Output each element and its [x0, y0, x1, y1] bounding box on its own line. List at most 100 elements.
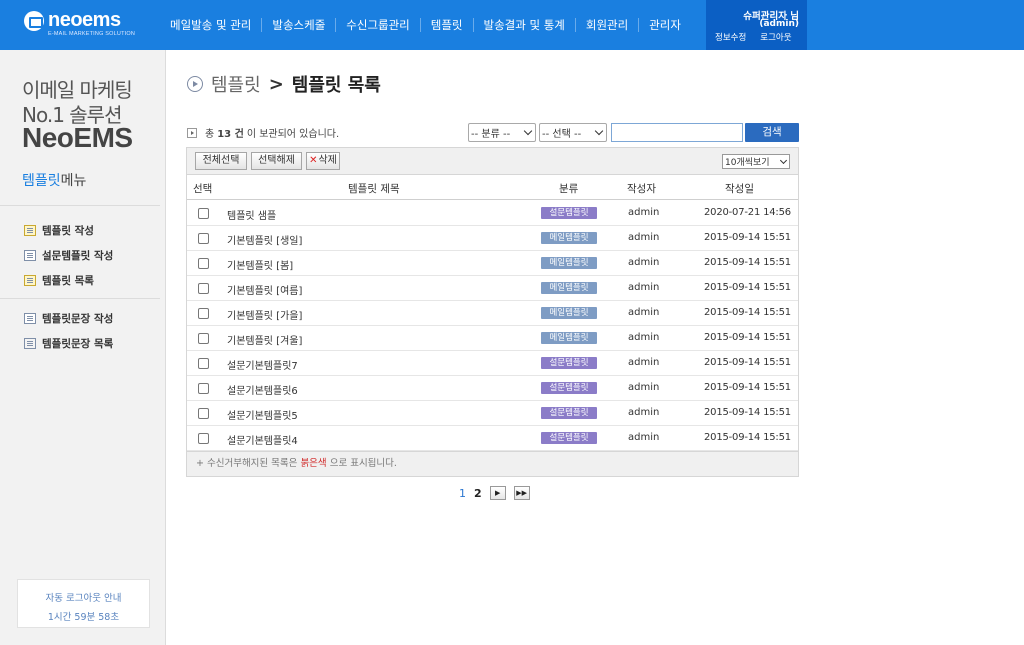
- field-select[interactable]: -- 선택 --: [539, 123, 607, 142]
- nav-schedule[interactable]: 발송스케줄: [261, 18, 335, 32]
- nav-admin[interactable]: 관리자: [638, 18, 691, 32]
- row-title[interactable]: 기본템플릿 [겨울]: [227, 332, 302, 347]
- user-box: 슈퍼관리자 님 (admin) 정보수정 로그아웃: [706, 0, 807, 50]
- last-page-button[interactable]: ▶▶: [513, 486, 530, 500]
- row-date: 2015-09-14 15:51: [704, 332, 791, 343]
- nav-mail-send[interactable]: 메일발송 및 관리: [160, 18, 261, 32]
- table-row[interactable]: 기본템플릿 [여름] 메일템플릿 admin 2015-09-14 15:51: [187, 276, 798, 301]
- nav-recipient-group[interactable]: 수신그룹관리: [335, 18, 419, 32]
- sidebar-item-label: 템플릿 작성: [42, 224, 94, 237]
- row-title[interactable]: 설문기본템플릿7: [227, 357, 298, 372]
- sidebar-item-template-sentence-create[interactable]: 템플릿문장 작성: [24, 311, 113, 325]
- row-title[interactable]: 설문기본템플릿4: [227, 432, 298, 447]
- auto-logout-notice: 자동 로그아웃 안내: [45, 593, 122, 604]
- row-author: admin: [628, 382, 660, 393]
- sidebar-item-template-create[interactable]: 템플릿 작성: [24, 223, 94, 237]
- breadcrumb-separator: >: [268, 73, 284, 95]
- logout-link[interactable]: 로그아웃: [760, 33, 791, 43]
- play-circle-icon: [187, 76, 203, 92]
- row-title[interactable]: 기본템플릿 [봄]: [227, 257, 293, 272]
- table-row[interactable]: 설문기본템플릿7 설문템플릿 admin 2015-09-14 15:51: [187, 351, 798, 376]
- document-write-icon: [24, 312, 36, 324]
- note-red: 붉은색: [300, 458, 327, 469]
- nav-results-stats[interactable]: 발송결과 및 통계: [472, 18, 575, 32]
- delete-x-icon: ✕: [309, 155, 318, 166]
- table-row[interactable]: 기본템플릿 [생일] 메일템플릿 admin 2015-09-14 15:51: [187, 226, 798, 251]
- row-title[interactable]: 설문기본템플릿5: [227, 407, 298, 422]
- row-checkbox[interactable]: [198, 333, 209, 344]
- table-row[interactable]: 설문기본템플릿6 설문템플릿 admin 2015-09-14 15:51: [187, 376, 798, 401]
- category-badge: 메일템플릿: [541, 282, 597, 294]
- document-edit-icon: [24, 224, 36, 236]
- main-nav: 메일발송 및 관리 발송스케줄 수신그룹관리 템플릿 발송결과 및 통계 회원관…: [160, 0, 691, 50]
- per-page-select[interactable]: 10개씩보기: [722, 154, 790, 169]
- select-all-button[interactable]: 전체선택: [195, 152, 247, 170]
- row-checkbox[interactable]: [198, 283, 209, 294]
- row-checkbox[interactable]: [198, 408, 209, 419]
- category-select[interactable]: -- 분류 --: [468, 123, 536, 142]
- table-row[interactable]: 설문기본템플릿5 설문템플릿 admin 2015-09-14 15:51: [187, 401, 798, 426]
- row-date: 2015-09-14 15:51: [704, 282, 791, 293]
- envelope-logo-icon: [24, 11, 44, 31]
- count-prefix: 총: [205, 129, 215, 140]
- search-button[interactable]: 검색: [745, 123, 799, 142]
- category-badge: 메일템플릿: [541, 232, 597, 244]
- search-input[interactable]: [611, 123, 743, 142]
- top-header: neoems E-MAIL MARKETING SOLUTION 메일발송 및 …: [0, 0, 1024, 50]
- row-checkbox[interactable]: [198, 233, 209, 244]
- row-checkbox[interactable]: [198, 208, 209, 219]
- sidebar-item-survey-template-create[interactable]: 설문템플릿 작성: [24, 248, 113, 262]
- user-links: 정보수정 로그아웃: [715, 31, 792, 43]
- sidebar-item-template-sentence-list[interactable]: 템플릿문장 목록: [24, 336, 113, 350]
- next-page-button[interactable]: ▶: [489, 486, 506, 500]
- neoems-logo[interactable]: neoems E-MAIL MARKETING SOLUTION: [24, 9, 144, 43]
- nav-members[interactable]: 회원관리: [574, 18, 638, 32]
- row-title[interactable]: 설문기본템플릿6: [227, 382, 298, 397]
- sidebar-item-template-list[interactable]: 템플릿 목록: [24, 273, 94, 287]
- row-title[interactable]: 기본템플릿 [생일]: [227, 232, 302, 247]
- page-1[interactable]: 1: [459, 487, 466, 500]
- sidebar-divider: [0, 205, 160, 206]
- note-suffix: 으로 표시됩니다.: [329, 458, 397, 469]
- table-row[interactable]: 템플릿 샘플 설문템플릿 admin 2020-07-21 14:56: [187, 201, 798, 226]
- bullet-arrow-icon: [187, 127, 197, 138]
- row-author: admin: [628, 307, 660, 318]
- nav-template[interactable]: 템플릿: [419, 18, 473, 32]
- category-badge: 설문템플릿: [541, 432, 597, 444]
- row-date: 2020-07-21 14:56: [704, 207, 791, 218]
- field-select-value: -- 선택 --: [542, 129, 582, 140]
- row-title[interactable]: 기본템플릿 [여름]: [227, 282, 302, 297]
- category-select-value: -- 분류 --: [471, 129, 511, 140]
- auto-logout-box: 자동 로그아웃 안내 1시간 59분 58초: [17, 579, 150, 628]
- col-category: 분류: [559, 183, 579, 195]
- edit-info-link[interactable]: 정보수정: [715, 33, 746, 43]
- row-checkbox[interactable]: [198, 383, 209, 394]
- breadcrumb-parent[interactable]: 템플릿: [211, 71, 261, 97]
- col-title: 템플릿 제목: [348, 183, 400, 195]
- table-header: 선택 템플릿 제목 분류 작성자 작성일: [187, 176, 798, 200]
- row-checkbox[interactable]: [198, 308, 209, 319]
- category-badge: 메일템플릿: [541, 307, 597, 319]
- list-toolbar: 전체선택 선택해제 ✕삭제 10개씩보기: [187, 148, 798, 175]
- table-row[interactable]: 기본템플릿 [가을] 메일템플릿 admin 2015-09-14 15:51: [187, 301, 798, 326]
- table-row[interactable]: 설문기본템플릿4 설문템플릿 admin 2015-09-14 15:51: [187, 426, 798, 451]
- row-author: admin: [628, 407, 660, 418]
- row-title[interactable]: 템플릿 샘플: [227, 207, 276, 222]
- breadcrumb: 템플릿 > 템플릿 목록: [187, 71, 381, 97]
- per-page-value: 10개씩보기: [725, 158, 770, 168]
- row-title[interactable]: 기본템플릿 [가을]: [227, 307, 302, 322]
- table-row[interactable]: 기본템플릿 [봄] 메일템플릿 admin 2015-09-14 15:51: [187, 251, 798, 276]
- row-checkbox[interactable]: [198, 258, 209, 269]
- row-date: 2015-09-14 15:51: [704, 307, 791, 318]
- row-checkbox[interactable]: [198, 358, 209, 369]
- row-author: admin: [628, 257, 660, 268]
- row-checkbox[interactable]: [198, 433, 209, 444]
- sidebar-item-label: 템플릿 목록: [42, 274, 94, 287]
- chart-document-icon: [24, 274, 36, 286]
- menu-title-highlight: 템플릿: [22, 173, 61, 189]
- page-2[interactable]: 2: [474, 487, 482, 500]
- count-suffix: 이 보관되어 있습니다.: [246, 129, 340, 140]
- table-row[interactable]: 기본템플릿 [겨울] 메일템플릿 admin 2015-09-14 15:51: [187, 326, 798, 351]
- deselect-button[interactable]: 선택해제: [251, 152, 302, 170]
- delete-button[interactable]: ✕삭제: [306, 152, 340, 170]
